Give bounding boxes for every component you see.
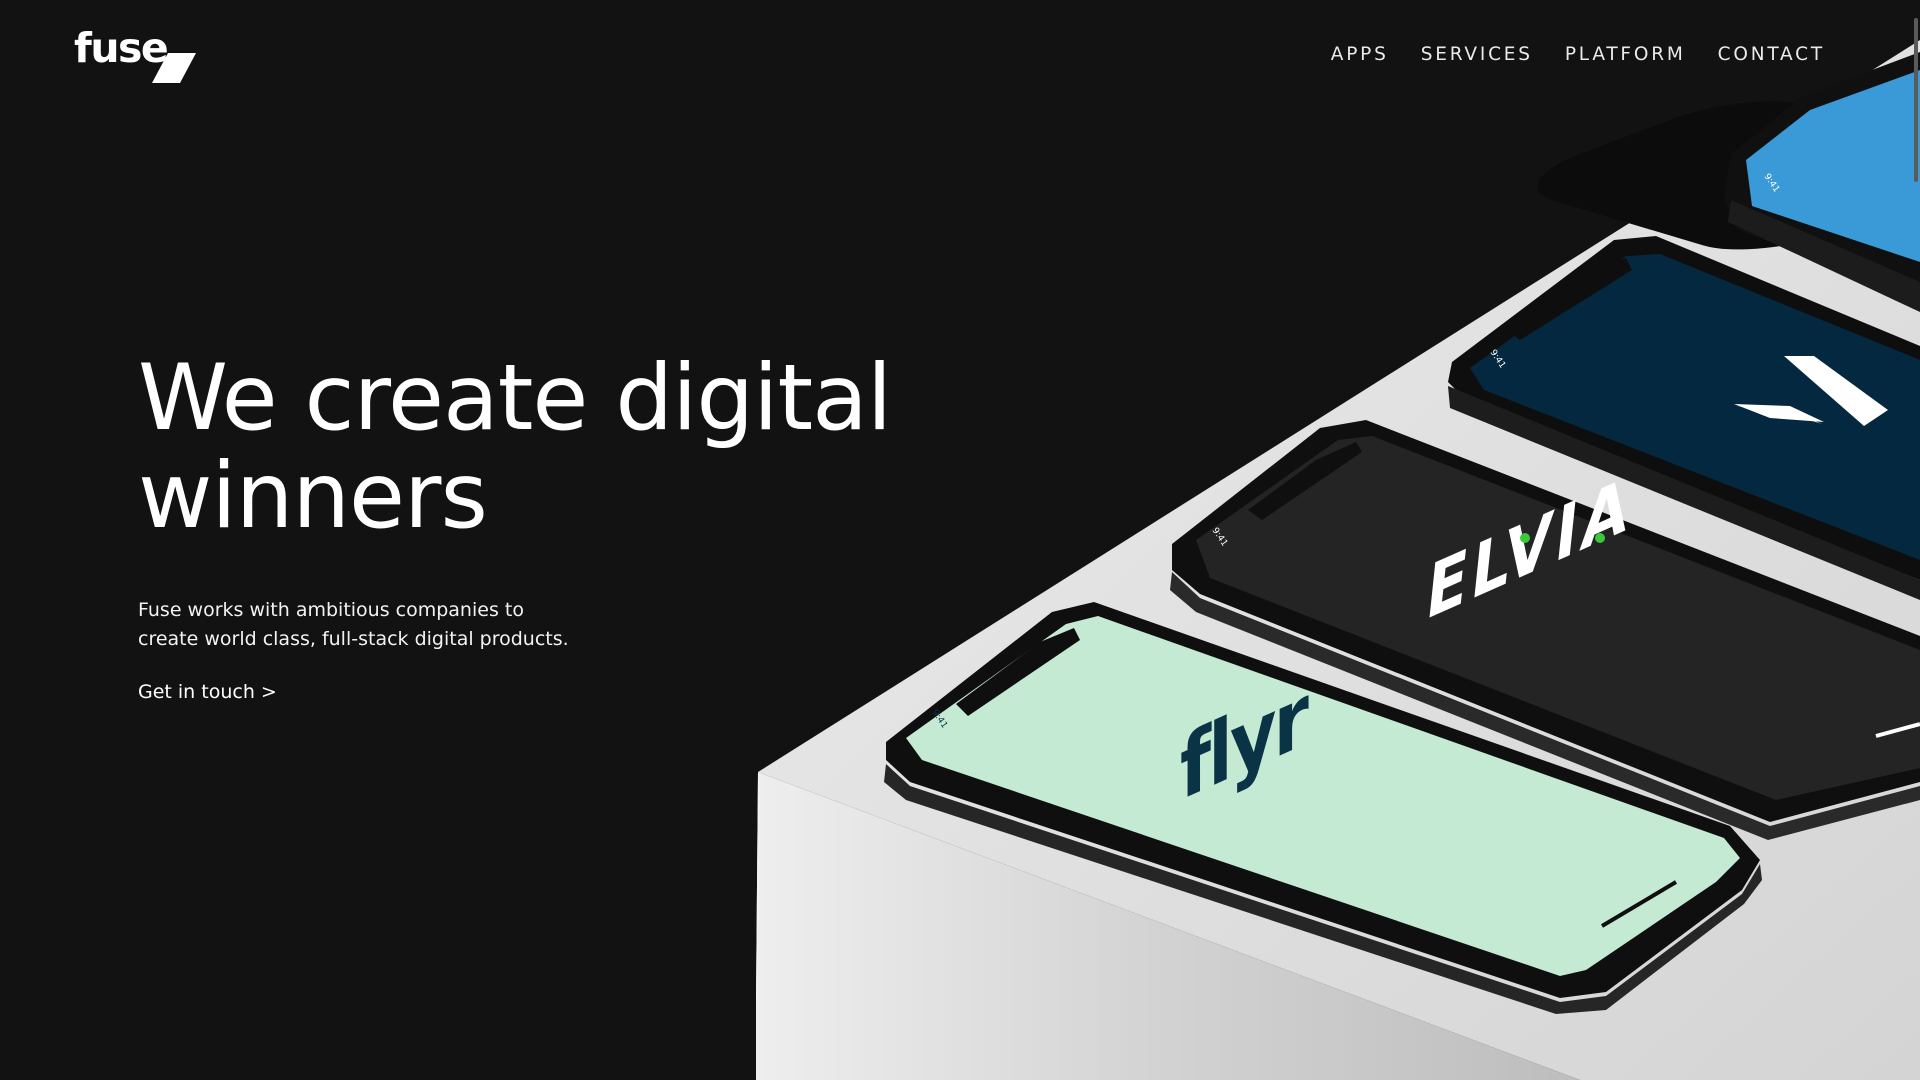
- hero-title-line-2: winners: [138, 444, 488, 549]
- hero-subtitle-line-2: create world class, full-stack digital p…: [138, 628, 569, 650]
- fuse-logo[interactable]: fuse: [74, 24, 204, 88]
- hero-section: We create digital winners Fuse works wit…: [138, 350, 1018, 704]
- hero-subtitle-line-1: Fuse works with ambitious companies to: [138, 599, 524, 621]
- hero-subtitle: Fuse works with ambitious companies to c…: [138, 596, 608, 654]
- elvia-logo: ELVIA: [1422, 458, 1637, 638]
- v-logo-icon: [1734, 406, 1822, 424]
- svg-text:9:41: 9:41: [1762, 172, 1782, 194]
- svg-text:9:41: 9:41: [1210, 526, 1230, 548]
- nav-item-platform[interactable]: PLATFORM: [1565, 44, 1686, 65]
- platform-side: [756, 772, 1580, 1080]
- hero-title-line-1: We create digital: [138, 346, 892, 451]
- get-in-touch-link[interactable]: Get in touch >: [138, 681, 277, 703]
- svg-text:9:41: 9:41: [1488, 348, 1508, 370]
- scrollbar-thumb[interactable]: [1914, 18, 1918, 182]
- landing-page: ELVIA flyr 9:41 9:41 9:41 9:41 fuse APPS…: [0, 0, 1920, 1080]
- logo-slash-icon: [152, 53, 196, 83]
- nav-item-services[interactable]: SERVICES: [1421, 44, 1533, 65]
- svg-text:9:41: 9:41: [930, 708, 950, 730]
- nav-item-apps[interactable]: APPS: [1331, 44, 1389, 65]
- hero-title: We create digital winners: [138, 350, 1018, 546]
- main-nav: APPS SERVICES PLATFORM CONTACT: [1331, 40, 1825, 68]
- nav-item-contact[interactable]: CONTACT: [1718, 44, 1825, 65]
- flyr-logo: flyr: [1180, 664, 1309, 821]
